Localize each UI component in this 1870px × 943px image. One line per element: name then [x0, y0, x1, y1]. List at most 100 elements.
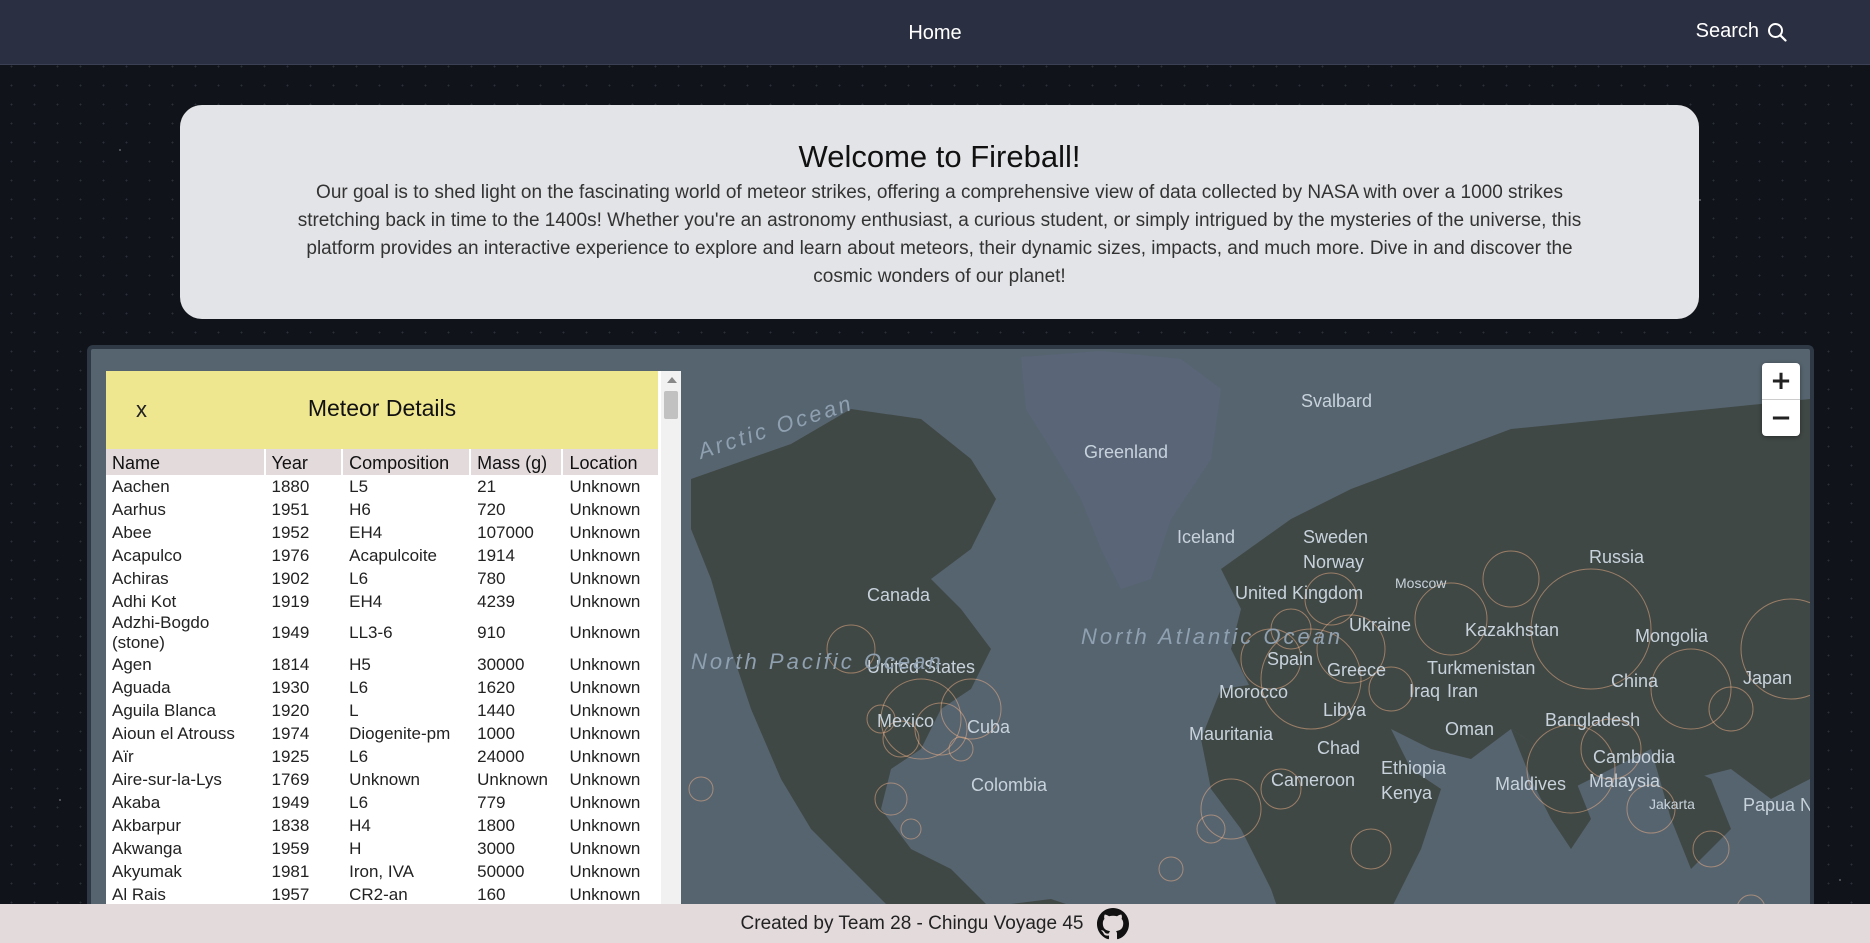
map-label-iran: Iran [1447, 681, 1478, 701]
map-label-cuba: Cuba [967, 717, 1011, 737]
table-row[interactable]: Aachen 1880 L5 21 Unknown [106, 475, 658, 498]
cell-mass: 24000 [477, 746, 525, 766]
map-label-colombia: Colombia [971, 775, 1048, 795]
cell-composition: H [349, 838, 362, 858]
cell-mass: 3000 [477, 838, 515, 858]
cell-name: Abee [112, 522, 152, 542]
zoom-out-button[interactable]: − [1762, 399, 1800, 436]
table-row[interactable]: Akaba 1949 L6 779 Unknown [106, 791, 658, 814]
welcome-card: Welcome to Fireball! Our goal is to shed… [180, 105, 1699, 319]
cell-year: 1919 [271, 591, 310, 611]
col-header-name[interactable]: Name [106, 449, 264, 475]
cell-location: Unknown [569, 623, 641, 642]
table-row[interactable]: Aguada 1930 L6 1620 Unknown [106, 676, 658, 699]
cell-mass: 1620 [477, 677, 515, 697]
table-row[interactable]: Akyumak 1981 Iron, IVA 50000 Unknown [106, 860, 658, 883]
map-label-united-kingdom: United Kingdom [1235, 583, 1363, 603]
table-row[interactable]: Achiras 1902 L6 780 Unknown [106, 567, 658, 590]
cell-mass: 160 [477, 884, 506, 904]
cell-composition: L6 [349, 746, 369, 766]
table-row[interactable]: Adhi Kot 1919 EH4 4239 Unknown [106, 590, 658, 613]
cell-composition: L6 [349, 568, 369, 588]
meteor-table: Name Year Composition Mass (g) Location … [106, 449, 660, 906]
map-label-japan: Japan [1743, 668, 1792, 688]
table-row[interactable]: Agen 1814 H5 30000 Unknown [106, 653, 658, 676]
cell-composition: H6 [349, 499, 371, 519]
map-label-chad: Chad [1317, 738, 1360, 758]
cell-composition: EH4 [349, 522, 383, 542]
map-label-bangladesh: Bangladesh [1545, 710, 1640, 730]
map-label-morocco: Morocco [1219, 682, 1288, 702]
map-label-jakarta: Jakarta [1649, 796, 1695, 812]
cell-composition: Iron, IVA [349, 861, 415, 881]
table-row[interactable]: Adzhi-Bogdo (stone) 1949 LL3-6 910 Unknown [106, 613, 658, 653]
cell-location: Unknown [569, 568, 641, 588]
panel-scrollbar[interactable] [661, 371, 681, 911]
cell-mass: 779 [477, 792, 506, 812]
table-row[interactable]: Al Rais 1957 CR2-an 160 Unknown [106, 883, 658, 906]
table-row[interactable]: Aire-sur-la-Lys 1769 Unknown Unknown Unknown [106, 768, 658, 791]
map-label-norway: Norway [1303, 552, 1364, 572]
cell-year: 1930 [271, 677, 310, 697]
map-label-mauritania: Mauritania [1189, 724, 1274, 744]
col-header-composition[interactable]: Composition [343, 449, 470, 475]
table-row[interactable]: Abee 1952 EH4 107000 Unknown [106, 521, 658, 544]
cell-name: Acapulco [112, 545, 182, 565]
table-row[interactable]: Aïr 1925 L6 24000 Unknown [106, 745, 658, 768]
navbar: Home Search [0, 0, 1870, 65]
map-label-moscow: Moscow [1395, 575, 1447, 591]
cell-location: Unknown [569, 654, 641, 674]
col-header-year[interactable]: Year [265, 449, 342, 475]
panel-title: Meteor Details [307, 395, 457, 421]
cell-name: Aïr [112, 746, 134, 766]
cell-composition: LL3-6 [349, 623, 393, 642]
table-row[interactable]: Aioun el Atrouss 1974 Diogenite-pm 1000 Unkn… [106, 722, 658, 745]
scroll-up-arrow-icon[interactable] [667, 377, 677, 383]
map-label-sweden: Sweden [1303, 527, 1368, 547]
nav-home-link[interactable]: Home [908, 22, 961, 44]
table-row[interactable]: Aguila Blanca 1920 L 1440 Unknown [106, 699, 658, 722]
zoom-in-button[interactable]: + [1762, 363, 1800, 399]
col-header-mass[interactable]: Mass (g) [471, 449, 562, 475]
cell-location: Unknown [569, 545, 641, 565]
close-panel-button[interactable]: x [136, 397, 147, 423]
cell-location: Unknown [569, 769, 641, 789]
col-header-location[interactable]: Location [563, 449, 658, 475]
map-label-malaysia: Malaysia [1589, 771, 1661, 791]
nav-home-wrap: Home [0, 0, 1870, 64]
cell-year: 1880 [271, 476, 310, 496]
cell-composition: CR2-an [349, 884, 408, 904]
cell-name: Adhi Kot [112, 591, 177, 611]
map-label-kenya: Kenya [1381, 783, 1433, 803]
meteor-details-panel[interactable]: x Meteor Details Name Year Composition M… [106, 371, 681, 911]
map-label-greenland: Greenland [1084, 442, 1168, 462]
table-row[interactable]: Aarhus 1951 H6 720 Unknown [106, 498, 658, 521]
cell-name: Akaba [112, 792, 161, 812]
scroll-thumb[interactable] [664, 391, 678, 419]
github-icon[interactable] [1097, 907, 1130, 940]
map-label-ukraine: Ukraine [1349, 615, 1411, 635]
map-label-canada: Canada [867, 585, 931, 605]
cell-year: 1959 [271, 838, 310, 858]
table-row[interactable]: Acapulco 1976 Acapulcoite 1914 Unknown [106, 544, 658, 567]
table-row[interactable]: Akwanga 1959 H 3000 Unknown [106, 837, 658, 860]
table-row[interactable]: Akbarpur 1838 H4 1800 Unknown [106, 814, 658, 837]
cell-year: 1949 [271, 623, 310, 642]
panel-header: x Meteor Details [106, 371, 658, 449]
cell-mass: 30000 [477, 654, 525, 674]
cell-composition: H4 [349, 815, 371, 835]
map-label-maldives: Maldives [1495, 774, 1566, 794]
map-label-oman: Oman [1445, 719, 1494, 739]
nav-search-link[interactable]: Search [1696, 20, 1787, 43]
cell-location: Unknown [569, 723, 641, 743]
cell-mass: 1000 [477, 723, 515, 743]
cell-name: Al Rais [112, 884, 166, 904]
welcome-title: Welcome to Fireball! [798, 139, 1081, 174]
cell-year: 1951 [271, 499, 310, 519]
cell-year: 1769 [271, 769, 310, 789]
cell-location: Unknown [569, 522, 641, 542]
map-label-mexico: Mexico [877, 711, 934, 731]
cell-location: Unknown [569, 591, 641, 611]
cell-name: Akwanga [112, 838, 182, 858]
map-label-iceland: Iceland [1177, 527, 1235, 547]
